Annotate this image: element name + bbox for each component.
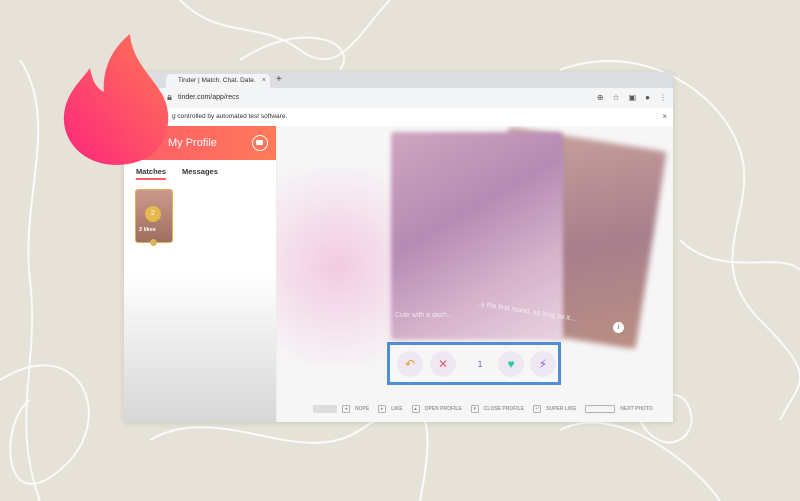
sidebar: My Profile Matches Messages 2 2 likes <box>124 126 277 422</box>
recs-area: Cute with a dash... ...y the first round… <box>277 126 673 422</box>
automation-infobar: g controlled by automated test software.… <box>124 108 673 127</box>
shortcut-key-down: ▾ <box>470 405 479 413</box>
shortcut-label: CLOSE PROFILE <box>483 406 525 412</box>
shortcut-label: NOPE <box>355 406 370 412</box>
shortcut-key-enter: ↵ <box>533 405 542 413</box>
shortcut-label: NEXT PHOTO <box>620 406 653 412</box>
action-buttons-highlight: ↶ ✕ 1 ♥ ⚡ <box>387 342 561 385</box>
account-icon[interactable]: ● <box>645 92 650 104</box>
browser-tab[interactable]: Tinder | Match. Chat. Date. × <box>166 74 270 88</box>
likes-label: 2 likes <box>139 227 156 233</box>
location-icon[interactable]: ⊕ <box>597 92 604 104</box>
tab-messages[interactable]: Messages <box>182 166 218 180</box>
infobar-message: g controlled by automated test software. <box>172 113 288 120</box>
info-icon[interactable]: i <box>613 322 624 333</box>
tinder-flame-logo-icon <box>63 34 169 165</box>
shortcut-key-up: ▴ <box>411 405 420 413</box>
gold-heart-icon <box>150 239 157 246</box>
browser-window: Tinder | Match. Chat. Date. × + tinder.c… <box>124 72 673 422</box>
profile-label: My Profile <box>168 137 217 149</box>
infobar-close-icon[interactable]: × <box>662 108 667 126</box>
like-heart-icon[interactable]: ♥ <box>498 351 524 377</box>
shortcut-key-left: ◂ <box>342 405 350 413</box>
likes-count-badge: 2 <box>145 206 161 222</box>
tab-close-icon[interactable]: × <box>262 74 266 88</box>
menu-kebab-icon[interactable]: ⋮ <box>659 92 667 104</box>
shortcut-key-space <box>585 405 616 413</box>
shortcut-label: SUPER LIKE <box>546 406 577 412</box>
toolbar-icons: ⊕ ☆ ▣ ● ⋮ <box>597 92 667 104</box>
nope-icon[interactable]: ✕ <box>430 351 456 377</box>
boost-lightning-icon[interactable]: ⚡ <box>530 351 556 377</box>
card-caption: Cute with a dash... <box>395 312 453 319</box>
bookmark-star-icon[interactable]: ☆ <box>612 92 619 104</box>
keyboard-shortcuts: ◂ NOPE ▸ LIKE ▴ OPEN PROFILE ▾ CLOSE PRO… <box>313 404 657 414</box>
briefcase-icon[interactable] <box>252 135 268 151</box>
url-field[interactable]: tinder.com/app/recs <box>164 92 618 104</box>
tab-strip: Tinder | Match. Chat. Date. × + <box>124 72 673 88</box>
rewind-icon[interactable]: ↶ <box>397 351 423 377</box>
super-like-count: 1 <box>477 359 483 369</box>
shortcut-label: OPEN PROFILE <box>424 406 462 412</box>
shortcut-label: LIKE <box>391 406 403 412</box>
extension-icon[interactable]: ▣ <box>629 92 637 104</box>
likes-card[interactable]: 2 2 likes <box>135 189 173 246</box>
new-tab-button[interactable]: + <box>276 73 282 87</box>
shortcut-key <box>313 405 337 413</box>
tab-title: Tinder | Match. Chat. Date. <box>178 77 256 84</box>
address-bar: tinder.com/app/recs ⊕ ☆ ▣ ● ⋮ <box>124 88 673 109</box>
shortcut-key-right: ▸ <box>378 405 387 413</box>
